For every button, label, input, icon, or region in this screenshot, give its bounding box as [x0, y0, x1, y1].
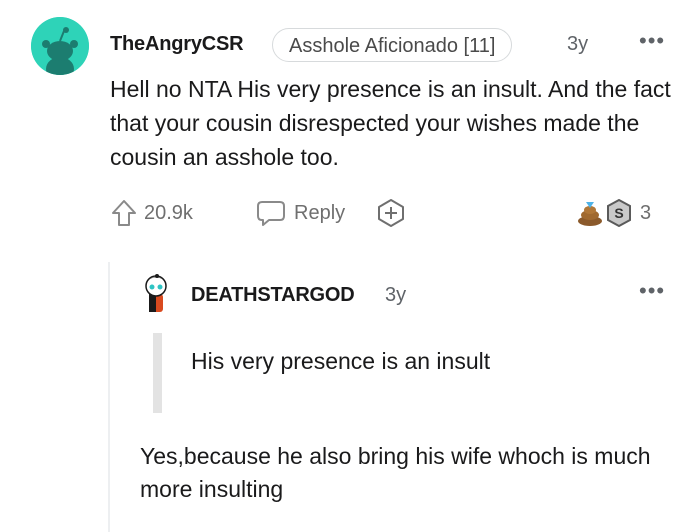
quote-bar — [153, 333, 162, 413]
upvote-arrow-icon — [112, 200, 136, 226]
thread-line[interactable] — [108, 262, 110, 532]
comment-author[interactable]: TheAngryCSR — [110, 33, 244, 56]
reply-button[interactable]: Reply — [256, 198, 345, 228]
reply-age[interactable]: 3y — [385, 284, 406, 307]
give-award-button[interactable] — [376, 198, 406, 228]
avatar[interactable] — [31, 17, 89, 75]
svg-text:S: S — [614, 205, 623, 221]
snoo-avatar-icon — [31, 17, 89, 75]
awards[interactable]: S 3 — [576, 198, 651, 228]
user-flair: Asshole Aficionado [11] — [272, 28, 513, 62]
more-options-icon[interactable]: ••• — [639, 280, 665, 302]
comment-age[interactable]: 3y — [567, 33, 588, 56]
award-count: 3 — [640, 201, 652, 224]
quote-text: His very presence is an insult — [191, 348, 491, 374]
more-options-icon[interactable]: ••• — [639, 30, 665, 52]
reply-avatar[interactable] — [140, 272, 172, 316]
reply-author[interactable]: DEATHSTARGOD — [191, 284, 355, 307]
award-plus-icon — [378, 199, 404, 227]
snoo-avatar-icon — [145, 274, 167, 312]
comment-body: Hell no NTA His very presence is an insu… — [110, 76, 671, 170]
reply-label: Reply — [294, 201, 346, 224]
vote-count: 20.9k — [144, 201, 193, 224]
comment-bubble-icon — [257, 201, 285, 226]
helpful-award-icon — [578, 202, 602, 226]
reply-body: Yes,because he also bring his wife whoch… — [140, 443, 651, 502]
upvote-button[interactable]: 20.9k — [110, 198, 193, 228]
silver-award-icon: S — [607, 199, 631, 227]
